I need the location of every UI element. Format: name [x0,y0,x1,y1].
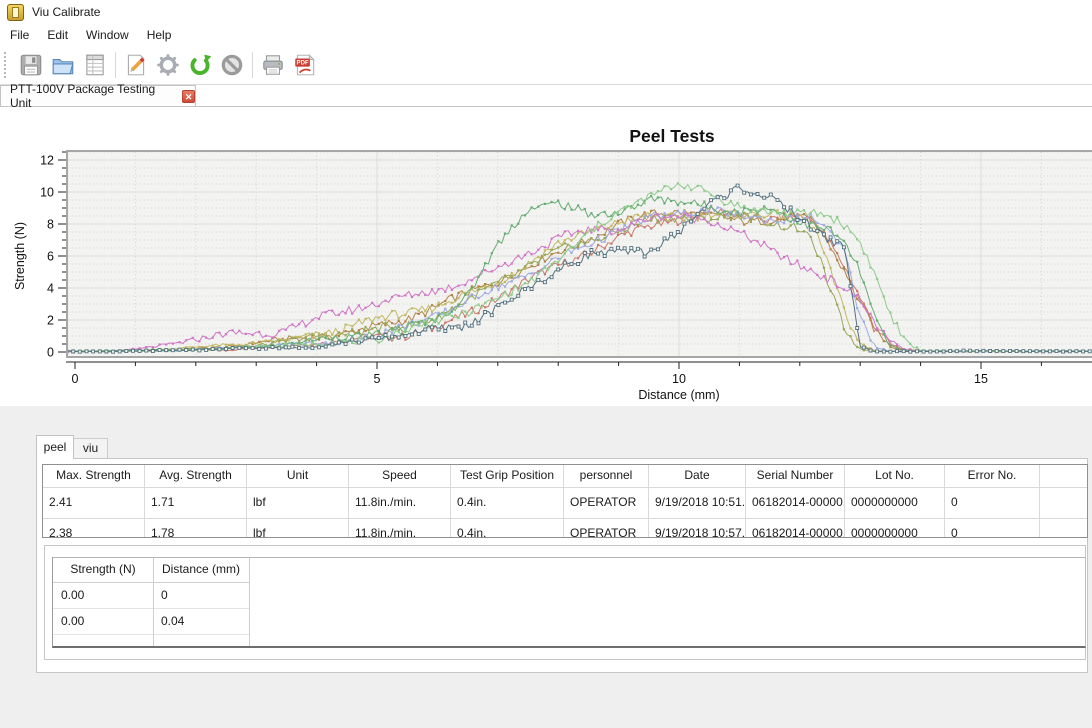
cell: 2.38 [43,519,145,538]
svg-text:12: 12 [40,154,54,168]
cell: lbf [247,488,349,518]
svg-text:0: 0 [47,346,54,360]
tab-peel[interactable]: peel [36,435,74,459]
column-header[interactable]: Serial Number [746,465,845,487]
cell: 06182014-00000... [746,519,845,538]
cell: 0.4in. [451,519,564,538]
cell: 0.04 [153,609,249,634]
print-button[interactable] [258,50,288,80]
settings-button[interactable] [153,50,183,80]
save-icon [18,52,44,78]
cell: OPERATOR [564,519,649,538]
svg-text:Strength (N): Strength (N) [13,222,27,290]
svg-text:4: 4 [47,282,54,296]
open-button[interactable] [48,50,78,80]
table-header-row: Max. StrengthAvg. StrengthUnitSpeedTest … [43,465,1088,488]
cell: 11.8in./min. [349,519,451,538]
open-folder-icon [50,52,76,78]
toolbar: PDF [0,46,1092,85]
column-header[interactable]: Test Grip Position [451,465,564,487]
menu-help[interactable]: Help [138,26,181,44]
cancel-button[interactable] [217,50,247,80]
report-sheet-icon [82,52,108,78]
column-header[interactable]: Error No. [945,465,1040,487]
peel-tests-chart: 0 2 4 6 8 10 12 0 5 10 15 Peel Tests Distance (mm) St… [0,106,1092,406]
cell: 0 [945,519,1040,538]
edit-pencil-icon [123,52,149,78]
toolbar-grip[interactable] [4,52,10,78]
column-header[interactable]: Date [649,465,746,487]
tab-viu[interactable]: viu [74,438,108,458]
svg-text:Distance (mm): Distance (mm) [638,388,719,402]
detail-row[interactable]: 0.000 [53,583,250,609]
table-row[interactable]: 2.411.71lbf11.8in./min.0.4in.OPERATOR9/1… [43,488,1088,519]
pdf-icon: PDF [292,52,318,78]
cell: 0000000000 [845,488,945,518]
tab-close-icon[interactable]: ✕ [182,90,195,103]
document-tabstrip: PTT-100V Package Testing Unit ✕ [0,85,1092,107]
svg-text:10: 10 [672,372,686,386]
menu-file[interactable]: File [0,26,38,44]
svg-text:5: 5 [374,372,381,386]
column-header[interactable]: Distance (mm) [153,558,249,582]
cell: 0 [153,583,249,608]
cell: OPERATOR [564,488,649,518]
refresh-icon [187,52,213,78]
tab-ptt-100v[interactable]: PTT-100V Package Testing Unit ✕ [0,85,196,106]
detail-header-row: Strength (N)Distance (mm) [53,558,250,583]
app-icon [7,4,24,21]
svg-text:8: 8 [47,218,54,232]
cell: 2.41 [43,488,145,518]
svg-text:2: 2 [47,314,54,328]
toolbar-separator [115,52,116,78]
svg-text:PDF: PDF [297,61,309,67]
svg-text:15: 15 [974,372,988,386]
cell: 0.00 [53,609,153,634]
settings-gear-icon [155,52,181,78]
report-button[interactable] [80,50,110,80]
column-header[interactable]: Speed [349,465,451,487]
column-header[interactable]: Lot No. [845,465,945,487]
column-header[interactable]: Unit [247,465,349,487]
cell: 0000000000 [845,519,945,538]
cancel-icon [219,52,245,78]
cell: lbf [247,519,349,538]
toolbar-separator [252,52,253,78]
table-row[interactable]: 2.381.78lbf11.8in./min.0.4in.OPERATOR9/1… [43,519,1088,538]
column-header[interactable]: personnel [564,465,649,487]
edit-button[interactable] [121,50,151,80]
menu-edit[interactable]: Edit [38,26,77,44]
svg-text:10: 10 [40,186,54,200]
column-header[interactable]: Avg. Strength [145,465,247,487]
detail-row[interactable]: 0.000.04 [53,609,250,635]
column-header[interactable]: Strength (N) [53,558,153,582]
title-bar: Viu Calibrate [0,0,1092,24]
cell: 0.4in. [451,488,564,518]
cell: 0.00 [53,583,153,608]
refresh-button[interactable] [185,50,215,80]
save-button[interactable] [16,50,46,80]
print-icon [260,52,286,78]
cell: 06182014-00000... [746,488,845,518]
cell: 1.78 [145,519,247,538]
cell: 1.71 [145,488,247,518]
menu-window[interactable]: Window [77,26,138,44]
window-title: Viu Calibrate [32,5,100,19]
cell: 9/19/2018 10:51... [649,488,746,518]
cell: 11.8in./min. [349,488,451,518]
svg-text:6: 6 [47,250,54,264]
cell: 9/19/2018 10:57... [649,519,746,538]
peel-table: Max. StrengthAvg. StrengthUnitSpeedTest … [42,464,1088,538]
svg-text:0: 0 [72,372,79,386]
menu-bar: File Edit Window Help [0,24,1092,46]
cell: 0 [945,488,1040,518]
export-pdf-button[interactable]: PDF [290,50,320,80]
detail-table: Strength (N)Distance (mm)0.0000.000.04 [52,557,1086,648]
svg-text:Peel Tests: Peel Tests [629,126,715,146]
column-header[interactable]: Max. Strength [43,465,145,487]
